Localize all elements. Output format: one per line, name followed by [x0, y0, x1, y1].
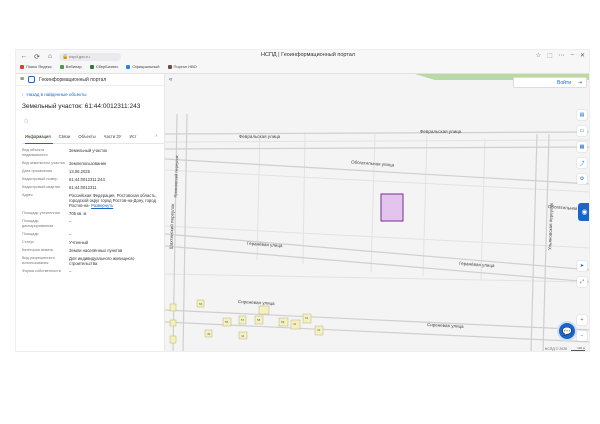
property-row: Площадь уточненная 705 кв. м	[22, 211, 87, 216]
property-list: Вид объекта недвижимости Земельный участо…	[22, 148, 164, 274]
assistant-side-button[interactable]: ◉	[578, 203, 589, 221]
map-view[interactable]: 56 55 57 58 59 51 49 41 43 44 Февральска…	[165, 74, 590, 352]
bookmark-star-icon[interactable]: ☆	[536, 52, 541, 59]
street-label: Февральская улица	[239, 134, 281, 139]
object-info-panel: ≡ Геоинформационный портал ‹ Назад в най…	[16, 74, 165, 351]
svg-text:43: 43	[317, 328, 321, 332]
back-link-label: Назад в найденные объекты	[26, 92, 87, 97]
close-icon[interactable]: ✕	[580, 52, 585, 59]
tab-relations[interactable]: Связи	[56, 134, 74, 139]
login-icon: ⇥	[577, 80, 582, 86]
bookmark-item[interactable]: Вебинар	[59, 64, 82, 69]
lock-icon: 🔒	[62, 53, 69, 60]
svg-text:44: 44	[241, 334, 245, 338]
back-arrow-icon[interactable]: ←	[19, 52, 29, 62]
property-row: Дата присвоения 13.06.2025	[22, 169, 90, 174]
bookmarks-bar: Поиск Яндекс Вебинар СберБизнес Официаль…	[20, 64, 197, 69]
portal-brand: Геоинформационный портал	[39, 76, 107, 83]
reload-icon[interactable]: ⟳	[32, 52, 42, 62]
address-text: nspd.gov.ru	[69, 54, 90, 59]
svg-text:41: 41	[293, 322, 297, 326]
bookmark-item[interactable]: Портал НВО	[167, 64, 197, 69]
browser-window: ← ⟳ ⌂ 🔒 nspd.gov.ru НСПД | Геоинформацио…	[15, 49, 590, 352]
back-link[interactable]: ‹ Назад в найденные объекты	[22, 92, 164, 97]
building	[169, 335, 177, 344]
property-row: Вид земельного участка Землепользование	[22, 161, 107, 166]
building	[169, 319, 177, 327]
home-icon[interactable]: ⌂	[45, 52, 55, 62]
layers-icon[interactable]: ▤	[577, 110, 587, 120]
buildings-layer	[169, 299, 324, 344]
svg-text:57: 57	[241, 318, 245, 322]
property-row: Кадастровый номер 61:44:0012311:243	[22, 177, 105, 182]
info-tabs: Информация Связи Объекты Части ЗУ Ист ›	[22, 133, 164, 144]
selected-parcel[interactable]	[380, 193, 404, 222]
chevron-left-icon: ‹	[22, 92, 24, 97]
object-title: Земельный участок: 61:44:0012311:243	[22, 103, 141, 110]
ruler-icon[interactable]: ▭	[577, 126, 587, 136]
parcel-boundaries	[165, 131, 589, 283]
tab-parts[interactable]: Части ЗУ	[101, 134, 125, 139]
fullscreen-icon[interactable]: ⤢	[577, 277, 587, 287]
property-row: Форма собственности –	[22, 269, 72, 274]
street-lines	[165, 113, 589, 351]
window-title: НСПД | Геоинформационный портал	[261, 52, 356, 58]
chat-icon: 💬	[562, 326, 572, 336]
map-scale: 100 м	[571, 346, 585, 351]
chevron-right-icon[interactable]: ›	[152, 133, 160, 139]
share-icon[interactable]: ⤴	[577, 158, 587, 168]
map-canvas[interactable]: 56 55 57 58 59 51 49 41 43 44	[165, 74, 590, 352]
property-row: Кадастровый квартал 61:44:0012311	[22, 185, 97, 190]
map-toolbar: ▤ ▭ ▦ ⤴ ⚙	[577, 110, 587, 184]
browser-chrome: ← ⟳ ⌂ 🔒 nspd.gov.ru НСПД | Геоинформацио…	[16, 50, 589, 74]
tab-history[interactable]: Ист	[126, 134, 139, 139]
svg-text:49: 49	[207, 332, 211, 336]
building	[258, 305, 270, 315]
print-icon[interactable]: ▦	[577, 142, 587, 152]
chat-button[interactable]: 💬	[557, 321, 577, 341]
property-row: Площадь декларированная –	[22, 219, 72, 228]
bookmark-item[interactable]: Поиск Яндекс	[20, 64, 52, 69]
login-label: Войти	[557, 79, 571, 86]
favorite-star-icon[interactable]: ☆	[23, 117, 164, 125]
map-copyright: НСПД © 2025	[544, 347, 567, 351]
bookmark-item[interactable]: СберБизнес	[89, 64, 118, 69]
tab-objects[interactable]: Объекты	[75, 134, 98, 139]
panel-header: ≡ Геоинформационный портал	[16, 74, 164, 86]
property-row: Вид разрешенного использования Для индиви…	[22, 256, 135, 266]
svg-text:56: 56	[199, 302, 203, 306]
svg-text:58: 58	[257, 318, 261, 322]
property-row: Вид объекта недвижимости Земельный участо…	[22, 148, 108, 157]
map-navigation: ➤ ⤢ + −	[577, 261, 587, 341]
address-bar[interactable]: 🔒 nspd.gov.ru	[59, 52, 121, 61]
extensions-icon[interactable]: ⬚	[547, 52, 553, 59]
zoom-in-icon[interactable]: +	[577, 315, 587, 325]
street-label: Февральская улица	[420, 129, 462, 134]
settings-icon[interactable]: ⚙	[577, 174, 587, 184]
minimize-icon[interactable]: –	[571, 52, 574, 59]
assistant-icon: ◉	[581, 209, 588, 216]
active-tab-underline	[25, 143, 53, 144]
building	[169, 303, 177, 312]
collapse-panel-icon[interactable]: «	[169, 77, 172, 83]
expand-address-link[interactable]: Развернуть	[91, 203, 113, 208]
property-row: Категория земель Земли населённых пунктов	[22, 248, 123, 253]
tab-information[interactable]: Информация	[22, 134, 54, 139]
svg-text:55: 55	[225, 320, 229, 324]
menu-icon[interactable]: ⋯	[559, 52, 565, 59]
property-row-address: Адрес Российская Федерация, Ростовская об…	[22, 193, 157, 208]
svg-text:51: 51	[305, 316, 309, 320]
property-row: Площадь –	[22, 232, 72, 237]
property-row: Статус Учтенный	[22, 240, 89, 245]
geolocation-icon[interactable]: ➤	[577, 261, 587, 271]
portal-logo-icon	[28, 76, 36, 83]
svg-text:59: 59	[281, 320, 285, 324]
zoom-out-icon[interactable]: −	[577, 331, 587, 341]
bookmark-item[interactable]: Официальный	[126, 64, 160, 69]
hamburger-menu-icon[interactable]: ≡	[20, 76, 24, 83]
login-button[interactable]: Войти ⇥	[513, 77, 587, 88]
